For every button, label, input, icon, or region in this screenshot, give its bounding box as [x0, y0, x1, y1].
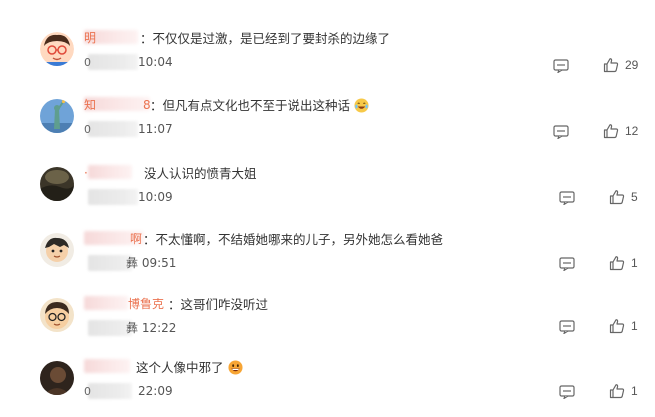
reply-icon[interactable]: [559, 190, 575, 206]
like-button[interactable]: 12: [603, 123, 638, 139]
username-fragment-end[interactable]: 啊: [130, 232, 142, 246]
dark-landscape-avatar[interactable]: [40, 167, 74, 201]
comment-item-6: 这个人像中邪了 0 22:09 1: [0, 357, 655, 417]
comment-text: ：这哥们咋没听过: [168, 297, 269, 312]
comment-text: 这个人像中邪了: [136, 360, 243, 376]
reply-icon[interactable]: [559, 256, 575, 272]
comment-time: 22:09: [138, 384, 173, 398]
thumbs-up-icon: [609, 256, 625, 271]
date-redacted: [88, 189, 138, 205]
comment-time: 彝 12:22: [126, 321, 177, 335]
comment-time: 10:04: [138, 55, 173, 69]
comment-time: 彝 09:51: [126, 256, 177, 270]
comment-time: 10:09: [138, 190, 173, 204]
like-button[interactable]: 1: [609, 383, 638, 399]
like-button[interactable]: 1: [609, 318, 638, 334]
comment-item-2: 知 8 ：但凡有点文化也不至于说出这种话 0 11:07 12: [0, 95, 655, 161]
username-redacted: [84, 296, 128, 310]
thumbs-up-icon: [609, 384, 625, 399]
like-count: 1: [631, 256, 638, 270]
like-count: 12: [625, 124, 639, 138]
cartoon-character-avatar[interactable]: [40, 233, 74, 267]
grinning-emoji-icon: [227, 360, 243, 375]
laughing-emoji-icon: [354, 98, 369, 113]
comment-item-1: 明 ：不仅仅是过激，是已经到了要封杀的边缘了 0 10:04 29: [0, 28, 655, 94]
date-redacted: [88, 383, 132, 399]
comment-item-5: 博鲁克 ：这哥们咋没听过 彝 12:22 1: [0, 294, 655, 360]
date-fragment: 0: [84, 385, 91, 398]
thumbs-up-icon: [609, 190, 625, 205]
comment-time: 11:07: [138, 122, 173, 136]
reply-icon[interactable]: [553, 124, 569, 140]
username-fragment[interactable]: 知: [84, 98, 96, 112]
reply-icon[interactable]: [559, 384, 575, 400]
comment-item-3: · 没人认识的愤青大姐 10:09 5: [0, 163, 655, 229]
like-count: 29: [625, 58, 639, 72]
reply-icon[interactable]: [559, 319, 575, 335]
thumbs-up-icon: [603, 124, 619, 139]
like-count: 5: [631, 190, 638, 204]
date-fragment: 0: [84, 56, 91, 69]
thumbs-up-icon: [603, 58, 619, 73]
comment-text: ：不太懂啊，不结婚她哪来的儿子，另外她怎么看她爸: [143, 232, 444, 247]
username-fragment[interactable]: ·: [84, 166, 88, 180]
date-redacted: [88, 121, 138, 137]
like-button[interactable]: 5: [609, 189, 638, 205]
reply-icon[interactable]: [553, 58, 569, 74]
date-redacted: [88, 54, 138, 70]
like-count: 1: [631, 384, 638, 398]
cartoon-face-avatar[interactable]: [40, 298, 74, 332]
comment-text: ：但凡有点文化也不至于说出这种话: [150, 98, 369, 114]
like-button[interactable]: 1: [609, 255, 638, 271]
dark-photo-avatar[interactable]: [40, 361, 74, 395]
cartoon-boy-avatar[interactable]: [40, 32, 74, 66]
username-redacted: [84, 359, 130, 373]
like-count: 1: [631, 319, 638, 333]
username-fragment[interactable]: 明: [84, 31, 96, 45]
comment-text: ：不仅仅是过激，是已经到了要封杀的边缘了: [140, 31, 391, 46]
statue-of-liberty-avatar[interactable]: [40, 99, 74, 133]
comment-text: 没人认识的愤青大姐: [144, 166, 257, 181]
username-redacted: [88, 165, 132, 179]
date-fragment: 0: [84, 123, 91, 136]
username-fragment-end[interactable]: 博鲁克: [128, 297, 164, 311]
comment-list: 明 ：不仅仅是过激，是已经到了要封杀的边缘了 0 10:04 29 知 8 ：但…: [0, 0, 655, 417]
comment-item-4: 啊 ：不太懂啊，不结婚她哪来的儿子，另外她怎么看她爸 彝 09:51 1: [0, 229, 655, 295]
thumbs-up-icon: [609, 319, 625, 334]
like-button[interactable]: 29: [603, 57, 638, 73]
